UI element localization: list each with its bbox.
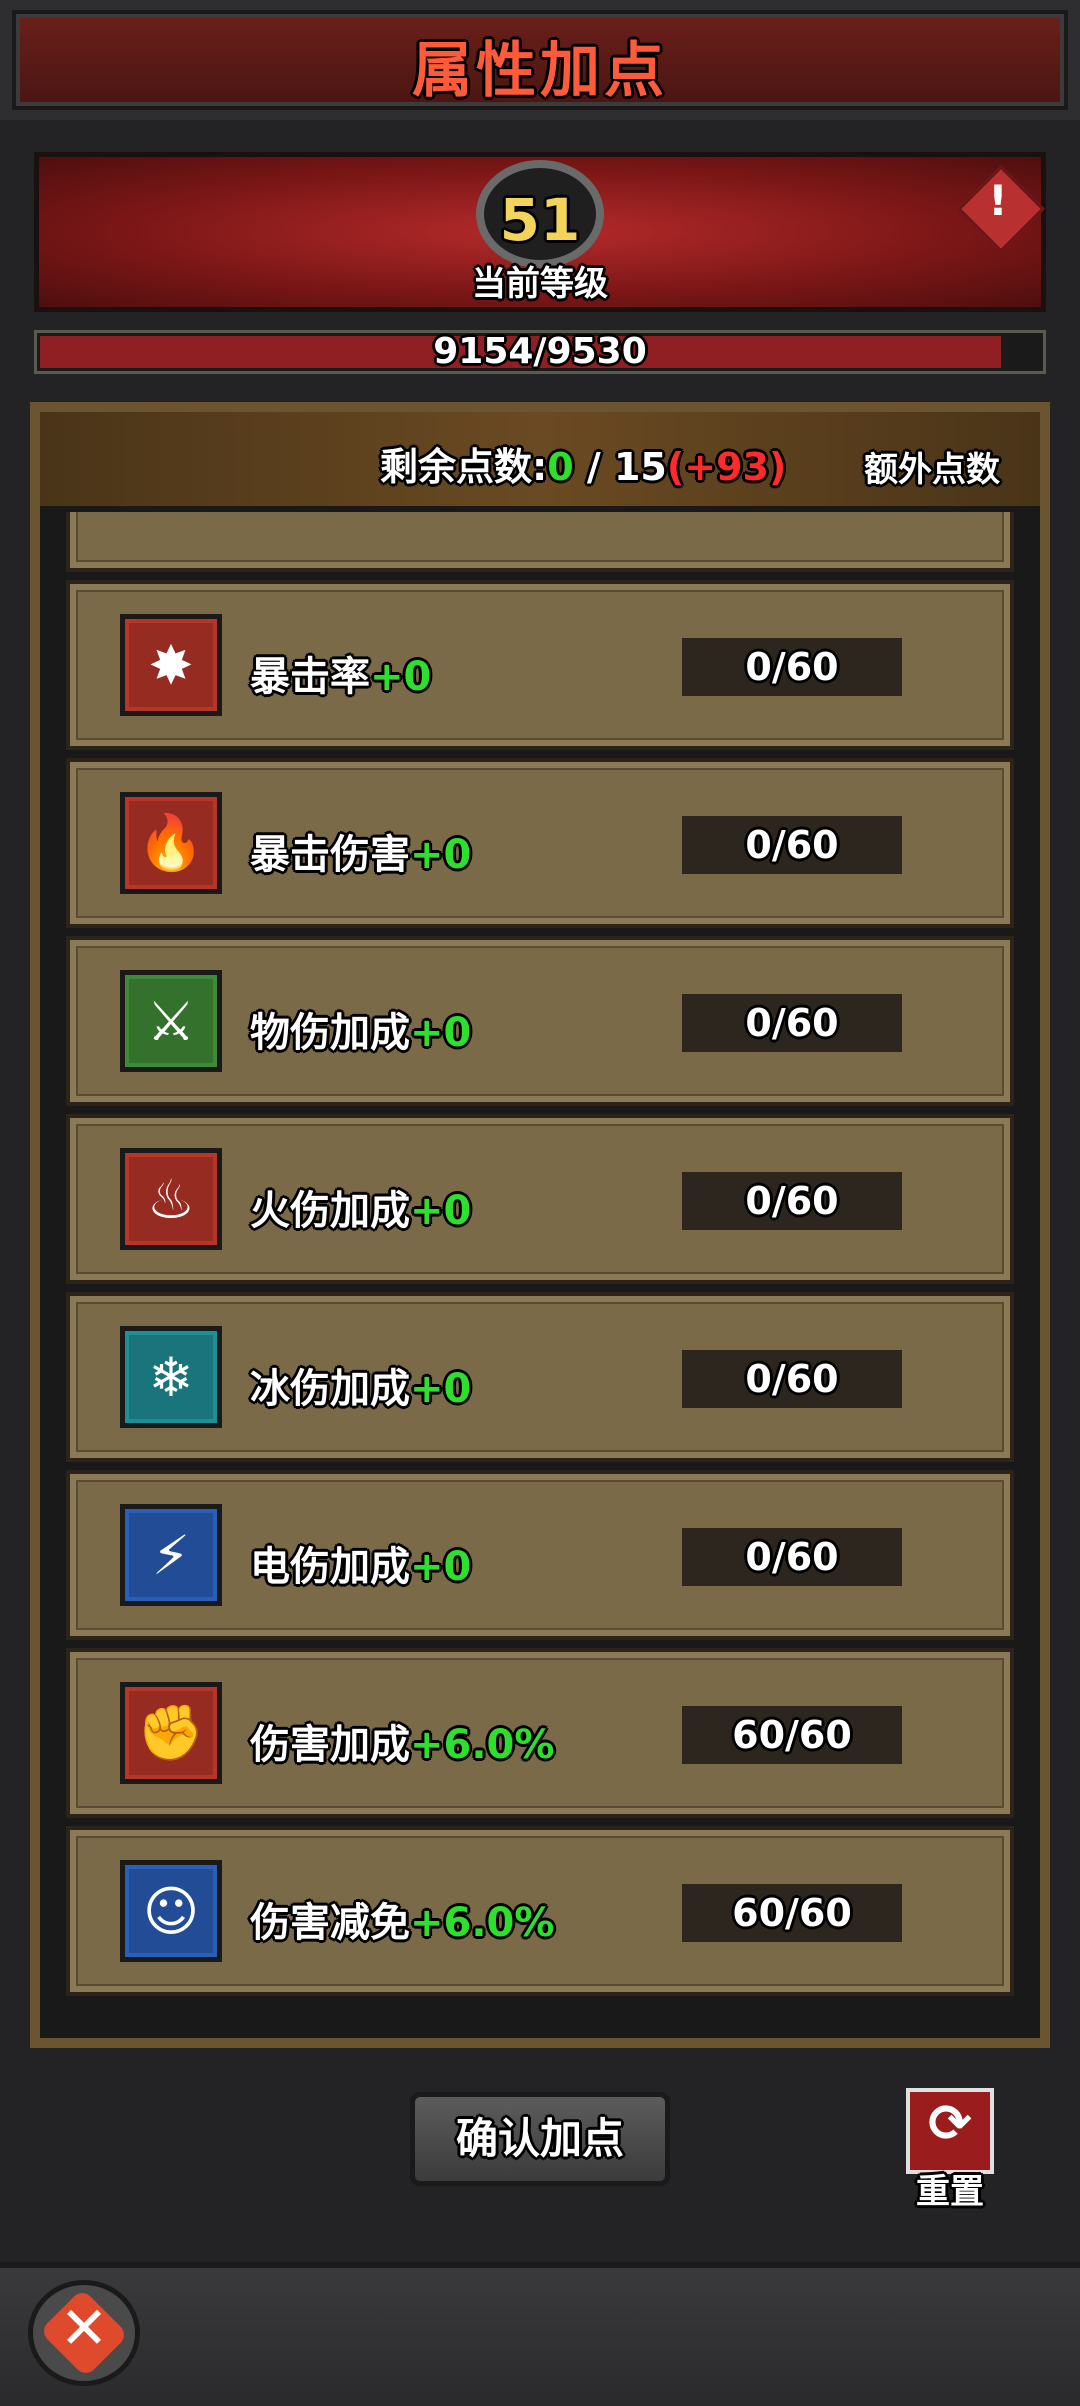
attribute-count[interactable]: 0/60 [682,994,902,1052]
attribute-name: 火伤加成+0 [250,1178,471,1236]
total-points-value: / 15 [573,445,667,489]
attribute-row[interactable]: ✊ 伤害加成+6.0% 60/60 [66,1648,1014,1818]
damage-boost-icon: ✊ [120,1682,222,1784]
extra-points-value: (+93) [666,445,787,489]
bottom-bar [0,2262,1080,2406]
attribute-row[interactable]: ☺ 伤害减免+6.0% 60/60 [66,1826,1014,1996]
attribute-label: 火伤加成 [250,1188,410,1234]
attribute-name: 暴击率+0 [250,644,431,702]
attribute-icon-glyph: ❄ [129,1335,213,1419]
attribute-label: 电伤加成 [250,1544,410,1590]
attribute-row[interactable]: ❄ 冰伤加成+0 0/60 [66,1292,1014,1462]
attribute-label: 物伤加成 [250,1010,410,1056]
level-label: 当前等级 [472,264,608,304]
attribute-count[interactable]: 60/60 [682,1884,902,1942]
attribute-count[interactable]: 60/60 [682,1706,902,1764]
extra-points-button[interactable]: 额外点数 [864,442,1000,491]
attribute-bonus: +6.0% [410,1722,555,1768]
attribute-row[interactable]: ⚔ 物伤加成+0 0/60 [66,936,1014,1106]
close-icon[interactable]: ✕ [28,2294,140,2362]
attribute-bonus: +0 [410,1366,472,1412]
ice-damage-icon: ❄ [120,1326,222,1428]
attribute-row[interactable]: ✸ 暴击率+0 0/60 [66,580,1014,750]
attribute-row[interactable]: ♨ 火伤加成+0 0/60 [66,1114,1014,1284]
attribute-icon-glyph: ⚡ [129,1513,213,1597]
remaining-points: 剩余点数:0 / 15(+93) [380,436,786,491]
level-number: 51 [499,186,581,254]
attribute-row[interactable]: ⚡ 电伤加成+0 0/60 [66,1470,1014,1640]
attribute-name: 伤害加成+6.0% [250,1712,554,1770]
attribute-bonus: +0 [410,1010,472,1056]
attribute-row[interactable]: 🔥 暴击伤害+0 0/60 [66,758,1014,928]
remaining-points-value: 0 [547,445,574,489]
attribute-count[interactable]: 0/60 [682,816,902,874]
attribute-icon-glyph: 🔥 [129,801,213,885]
attribute-label: 暴击率 [250,654,370,700]
experience-text: 9154/9530 [433,331,647,372]
attribute-count[interactable]: 0/60 [682,1172,902,1230]
attribute-bonus: +0 [410,1188,472,1234]
attribute-row-partial [66,512,1014,572]
damage-reduction-icon: ☺ [120,1860,222,1962]
reset-label[interactable]: 重置 [900,2164,1000,2213]
page-title: 属性加点 [412,36,668,106]
attribute-bonus: +0 [410,1544,472,1590]
attribute-name: 物伤加成+0 [250,1000,471,1058]
attribute-name: 伤害减免+6.0% [250,1890,554,1948]
fire-damage-icon: ♨ [120,1148,222,1250]
attribute-label: 伤害加成 [250,1722,410,1768]
exclamation-icon[interactable]: ! [970,176,1026,225]
remaining-points-label: 剩余点数: [380,445,548,489]
physical-damage-icon: ⚔ [120,970,222,1072]
confirm-points-button[interactable]: 确认加点 [410,2092,670,2186]
attribute-bonus: +0 [410,832,472,878]
attribute-icon-glyph: ☺ [129,1869,213,1953]
attribute-bonus: +0 [370,654,432,700]
attribute-list[interactable]: ✸ 暴击率+0 0/60 🔥 暴击伤害+0 0/60 ⚔ 物伤加成+0 0/60 ♨ 火伤加成+0 0… [40,512,1040,2002]
lightning-damage-icon: ⚡ [120,1504,222,1606]
attribute-bonus: +6.0% [410,1900,555,1946]
crit-rate-icon: ✸ [120,614,222,716]
attribute-icon-glyph: ✸ [129,623,213,707]
attribute-label: 暴击伤害 [250,832,410,878]
attribute-icon-glyph: ⚔ [129,979,213,1063]
refresh-icon[interactable]: ⟳ [906,2094,994,2154]
attribute-icon-glyph: ✊ [129,1691,213,1775]
attribute-count[interactable]: 0/60 [682,638,902,696]
attribute-label: 伤害减免 [250,1900,410,1946]
attribute-icon-glyph: ♨ [129,1157,213,1241]
attribute-name: 暴击伤害+0 [250,822,471,880]
crit-damage-icon: 🔥 [120,792,222,894]
attribute-count[interactable]: 0/60 [682,1350,902,1408]
attribute-label: 冰伤加成 [250,1366,410,1412]
attribute-name: 冰伤加成+0 [250,1356,471,1414]
attribute-name: 电伤加成+0 [250,1534,471,1592]
attribute-count[interactable]: 0/60 [682,1528,902,1586]
